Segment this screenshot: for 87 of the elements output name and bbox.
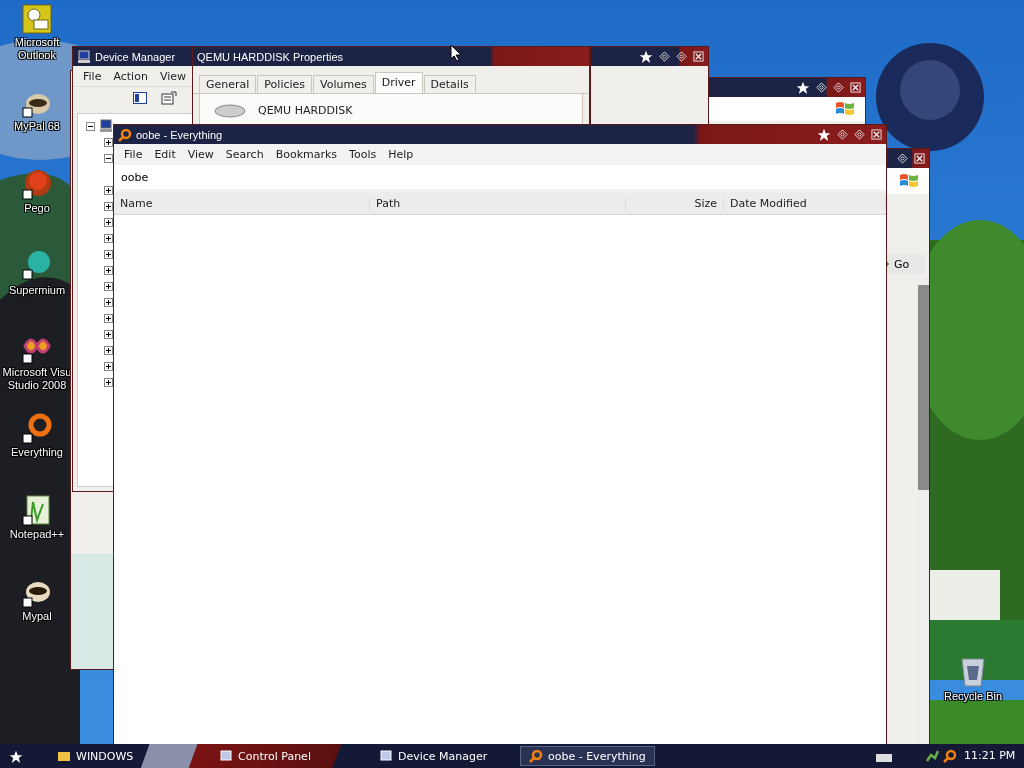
hard-disk-icon: [214, 104, 246, 118]
tree-expander[interactable]: [104, 265, 113, 275]
magnifier-icon[interactable]: [943, 749, 957, 763]
tree-expander[interactable]: [104, 153, 113, 163]
menu-item[interactable]: File: [77, 67, 108, 85]
menu-item[interactable]: Search: [219, 145, 270, 163]
tab[interactable]: Driver: [374, 72, 423, 93]
window-icon: [219, 749, 233, 763]
desktop-icon-label: Microsoft Outlook: [13, 36, 61, 62]
menu-item[interactable]: File: [118, 145, 149, 163]
cursor-icon: [450, 44, 462, 62]
window-title: QEMU HARDDISK Properties: [197, 50, 344, 63]
tree-expander[interactable]: [104, 201, 113, 211]
maximize-icon[interactable]: [897, 153, 908, 164]
close-icon[interactable]: [850, 82, 861, 93]
search-field[interactable]: oobe: [114, 165, 886, 189]
close-icon[interactable]: [693, 51, 704, 62]
tree-expander[interactable]: [104, 313, 113, 323]
menu-item[interactable]: View: [181, 145, 220, 163]
desktop-icon-label: Everything: [10, 446, 64, 459]
window-icon: [379, 749, 393, 763]
column-header[interactable]: Name: [114, 196, 370, 210]
ring-icon[interactable]: [21, 412, 53, 444]
desktop-icon-label: Recycle Bin: [942, 690, 1004, 703]
maximize-icon[interactable]: [676, 51, 687, 62]
window-title: Device Manager: [95, 50, 176, 63]
properties-icon[interactable]: [161, 91, 177, 105]
menu-item[interactable]: View: [153, 67, 192, 85]
tree-expander[interactable]: [104, 377, 113, 387]
start-button[interactable]: [9, 750, 23, 764]
tab[interactable]: General: [199, 75, 257, 93]
notepad-icon[interactable]: [21, 494, 53, 526]
tree-expander[interactable]: [104, 185, 113, 195]
column-header[interactable]: Date Modified: [724, 196, 886, 210]
magnifier-icon: [529, 749, 543, 763]
windows-flag-icon: [835, 100, 855, 118]
desktop-icon-label: Notepad++: [8, 528, 66, 541]
minimize-icon[interactable]: [659, 51, 670, 62]
taskbar-button[interactable]: Control Panel: [210, 746, 320, 766]
column-header[interactable]: Size: [626, 196, 724, 210]
computer-icon: [77, 49, 91, 64]
close-icon[interactable]: [871, 129, 882, 140]
star-icon[interactable]: [796, 80, 810, 95]
desktop-icon-label: MyPal 68: [13, 120, 61, 133]
desktop-icon-label: Pego: [23, 202, 51, 215]
window-title: oobe - Everything: [136, 128, 223, 141]
maximize-icon[interactable]: [833, 82, 844, 93]
windows-flag-icon: [899, 172, 919, 190]
network-icon[interactable]: [925, 749, 939, 763]
menu-item[interactable]: Tools: [343, 145, 383, 163]
ball-icon[interactable]: [21, 168, 53, 200]
tree-expander[interactable]: [104, 137, 113, 147]
tree-expander[interactable]: [104, 297, 113, 307]
tree-expander[interactable]: [86, 121, 95, 131]
tree-expander[interactable]: [104, 249, 113, 259]
maximize-icon[interactable]: [854, 129, 865, 140]
tree-expander[interactable]: [104, 361, 113, 371]
clock: 11:21 PM: [964, 749, 1016, 762]
star-icon[interactable]: [817, 127, 831, 142]
tree-expander[interactable]: [104, 329, 113, 339]
tree-expander[interactable]: [104, 281, 113, 291]
tab[interactable]: Volumes: [313, 75, 374, 93]
folder-icon: [57, 749, 71, 763]
menu-item[interactable]: Help: [382, 145, 420, 163]
desktop-icon-label: Supermium: [7, 284, 67, 297]
column-header[interactable]: Path: [370, 196, 626, 210]
tree-expander[interactable]: [104, 217, 113, 227]
close-icon[interactable]: [914, 153, 925, 164]
recycle-bin-icon[interactable]: [960, 656, 986, 688]
device-name: QEMU HARDDISK: [258, 104, 353, 119]
minimize-icon[interactable]: [816, 82, 827, 93]
panel-toggle-icon[interactable]: [133, 92, 147, 104]
taskbar-button[interactable]: WINDOWS: [48, 746, 143, 766]
computer-icon: [99, 119, 113, 133]
menu-item[interactable]: Bookmarks: [269, 145, 344, 163]
menu-item[interactable]: Edit: [148, 145, 182, 163]
tab[interactable]: Policies: [257, 75, 313, 93]
desktop-icon-label: Mypal: [21, 610, 53, 623]
menu-item[interactable]: Action: [107, 67, 154, 85]
tree-expander[interactable]: [104, 345, 113, 355]
taskbar-button[interactable]: oobe - Everything: [520, 746, 655, 766]
magnifier-icon: [118, 127, 132, 142]
tree-expander[interactable]: [104, 233, 113, 243]
taskbar-button[interactable]: Device Manager: [370, 746, 497, 766]
minimize-icon[interactable]: [837, 129, 848, 140]
tab[interactable]: Details: [423, 75, 476, 93]
star-icon[interactable]: [639, 49, 653, 64]
